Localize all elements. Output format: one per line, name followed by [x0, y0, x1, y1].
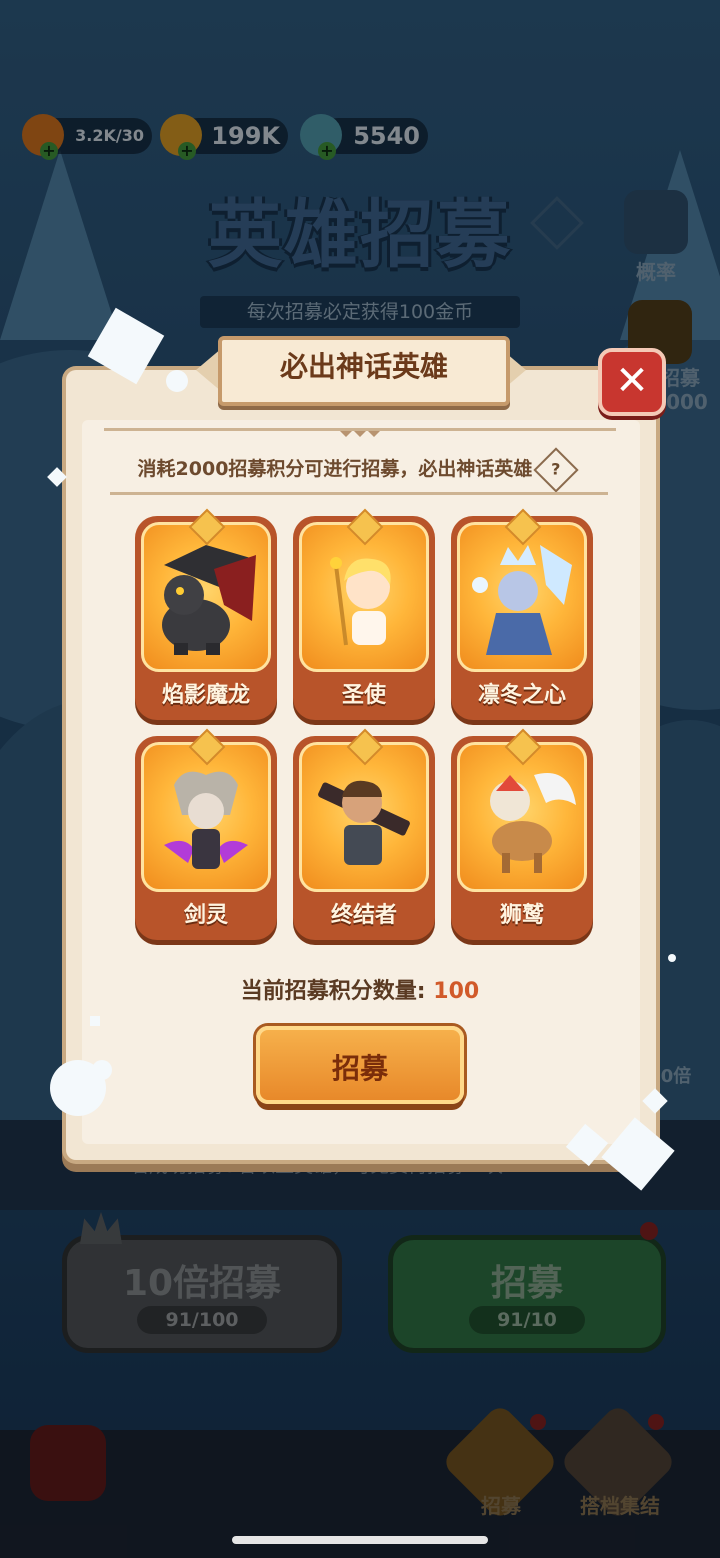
recruit-button[interactable]: 招募: [256, 1026, 464, 1104]
ornament-icon: [336, 424, 384, 437]
hero-name: 剑灵: [183, 903, 228, 928]
divider-bottom: [110, 492, 608, 495]
hero-card[interactable]: 狮鹫: [451, 728, 593, 940]
hero-card[interactable]: 凛冬之心: [451, 508, 593, 720]
hero-name: 凛冬之心: [477, 683, 566, 708]
terminator-icon: [318, 780, 410, 865]
score-label: 当前招募积分数量:: [240, 979, 434, 1004]
close-button[interactable]: ✕: [598, 348, 666, 416]
hero-card[interactable]: 焰影魔龙: [135, 508, 277, 720]
modal-title: 必出神话英雄: [279, 350, 448, 383]
close-icon: ✕: [615, 358, 649, 404]
score-value: 100: [433, 979, 480, 1004]
snowflake: [92, 1060, 112, 1080]
hero-name: 圣使: [341, 683, 386, 708]
hero-name: 焰影魔龙: [161, 683, 250, 708]
modal-description: 消耗2000招募积分可进行招募，必出神话英雄: [137, 458, 533, 480]
hero-card[interactable]: 终结者: [293, 728, 435, 940]
snowflake: [90, 1016, 100, 1026]
hero-card[interactable]: 圣使: [293, 508, 435, 720]
snowflake: [668, 954, 676, 962]
sword-spirit-icon: [164, 771, 248, 869]
score-display: 当前招募积分数量: 100: [200, 976, 520, 1008]
home-indicator[interactable]: [232, 1536, 488, 1544]
griffin-icon: [490, 773, 576, 873]
frost-queen-icon: [472, 545, 572, 655]
hero-card[interactable]: 剑灵: [135, 728, 277, 940]
hero-name: 狮鹫: [499, 903, 544, 928]
snowflake: [166, 370, 188, 392]
hero-name: 终结者: [330, 903, 397, 928]
angel-icon: [330, 557, 391, 646]
dragon-icon: [162, 545, 256, 655]
